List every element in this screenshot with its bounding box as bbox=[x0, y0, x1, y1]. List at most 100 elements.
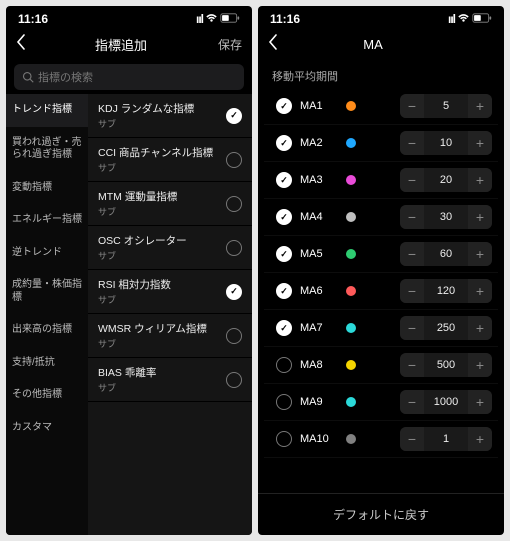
battery-icon bbox=[220, 12, 240, 26]
increment-button[interactable]: + bbox=[468, 94, 492, 118]
wifi-icon bbox=[205, 12, 218, 26]
color-dot[interactable] bbox=[346, 397, 356, 407]
indicator-row[interactable]: BIAS 乖離率サブ bbox=[88, 358, 252, 402]
check-toggle[interactable] bbox=[226, 196, 242, 212]
indicator-split: トレンド指標買われ過ぎ・売られ過ぎ指標変動指標エネルギー指標逆トレンド成約量・株… bbox=[6, 94, 252, 535]
phone-ma-settings: 11:16 ııl MA 移動平均期間 ✓MA1−5+✓MA2−10+✓MA3−… bbox=[258, 6, 504, 535]
indicator-name: CCI 商品チャンネル指標 bbox=[98, 145, 213, 160]
indicator-row[interactable]: KDJ ランダムな指標サブ✓ bbox=[88, 94, 252, 138]
status-icons: ııl bbox=[448, 12, 492, 26]
increment-button[interactable]: + bbox=[468, 131, 492, 155]
ma-label: MA8 bbox=[300, 359, 338, 371]
check-toggle[interactable]: ✓ bbox=[276, 172, 292, 188]
decrement-button[interactable]: − bbox=[400, 205, 424, 229]
check-toggle[interactable]: ✓ bbox=[276, 320, 292, 336]
increment-button[interactable]: + bbox=[468, 168, 492, 192]
reset-defaults-button[interactable]: デフォルトに戻す bbox=[258, 493, 504, 535]
increment-button[interactable]: + bbox=[468, 390, 492, 414]
back-button[interactable] bbox=[16, 34, 26, 55]
value-stepper: −500+ bbox=[400, 353, 492, 377]
decrement-button[interactable]: − bbox=[400, 131, 424, 155]
sidebar-item[interactable]: 買われ過ぎ・売られ過ぎ指標 bbox=[6, 127, 88, 172]
value-stepper: −120+ bbox=[400, 279, 492, 303]
indicator-name: MTM 運動量指標 bbox=[98, 189, 177, 204]
save-button[interactable]: 保存 bbox=[216, 36, 242, 53]
increment-button[interactable]: + bbox=[468, 279, 492, 303]
navbar: 指標追加 保存 bbox=[6, 28, 252, 60]
sidebar-item[interactable]: 出来高の指標 bbox=[6, 314, 88, 347]
ma-label: MA10 bbox=[300, 433, 338, 445]
increment-button[interactable]: + bbox=[468, 242, 492, 266]
check-toggle[interactable] bbox=[226, 240, 242, 256]
indicator-sub: サブ bbox=[98, 205, 177, 218]
indicator-sub: サブ bbox=[98, 117, 194, 130]
indicator-row[interactable]: RSI 相対力指数サブ ✓ bbox=[88, 270, 252, 314]
check-toggle[interactable]: ✓ bbox=[276, 135, 292, 151]
indicator-row[interactable]: MTM 運動量指標サブ bbox=[88, 182, 252, 226]
indicator-row[interactable]: WMSR ウィリアム指標サブ bbox=[88, 314, 252, 358]
decrement-button[interactable]: − bbox=[400, 427, 424, 451]
decrement-button[interactable]: − bbox=[400, 279, 424, 303]
indicator-sub: サブ bbox=[98, 293, 171, 306]
stepper-value: 10 bbox=[424, 137, 468, 149]
back-button[interactable] bbox=[268, 34, 278, 55]
color-dot[interactable] bbox=[346, 286, 356, 296]
check-toggle[interactable] bbox=[276, 431, 292, 447]
signal-icon: ııl bbox=[448, 12, 455, 26]
check-toggle[interactable]: ✓ bbox=[226, 284, 242, 300]
indicator-name: RSI 相対力指数 bbox=[98, 277, 171, 292]
color-dot[interactable] bbox=[346, 101, 356, 111]
sidebar-item[interactable]: 支持/抵抗 bbox=[6, 347, 88, 380]
status-bar: 11:16 ııl bbox=[6, 6, 252, 28]
check-toggle[interactable]: ✓ bbox=[226, 108, 242, 124]
color-dot[interactable] bbox=[346, 434, 356, 444]
decrement-button[interactable]: − bbox=[400, 168, 424, 192]
decrement-button[interactable]: − bbox=[400, 242, 424, 266]
increment-button[interactable]: + bbox=[468, 353, 492, 377]
color-dot[interactable] bbox=[346, 212, 356, 222]
ma-label: MA5 bbox=[300, 248, 338, 260]
indicator-row[interactable]: CCI 商品チャンネル指標サブ bbox=[88, 138, 252, 182]
decrement-button[interactable]: − bbox=[400, 390, 424, 414]
ma-row: MA10 −1+ bbox=[264, 421, 498, 458]
increment-button[interactable]: + bbox=[468, 316, 492, 340]
category-sidebar: トレンド指標買われ過ぎ・売られ過ぎ指標変動指標エネルギー指標逆トレンド成約量・株… bbox=[6, 94, 88, 535]
indicator-name: BIAS 乖離率 bbox=[98, 365, 156, 380]
check-toggle[interactable]: ✓ bbox=[276, 209, 292, 225]
stepper-value: 250 bbox=[424, 322, 468, 334]
check-toggle[interactable] bbox=[276, 357, 292, 373]
check-toggle[interactable] bbox=[276, 394, 292, 410]
sidebar-item[interactable]: 変動指標 bbox=[6, 172, 88, 205]
increment-button[interactable]: + bbox=[468, 427, 492, 451]
ma-row: ✓MA2−10+ bbox=[264, 125, 498, 162]
color-dot[interactable] bbox=[346, 138, 356, 148]
color-dot[interactable] bbox=[346, 323, 356, 333]
decrement-button[interactable]: − bbox=[400, 94, 424, 118]
color-dot[interactable] bbox=[346, 175, 356, 185]
check-toggle[interactable] bbox=[226, 328, 242, 344]
check-toggle[interactable] bbox=[226, 372, 242, 388]
check-toggle[interactable]: ✓ bbox=[276, 283, 292, 299]
sidebar-item[interactable]: 逆トレンド bbox=[6, 237, 88, 270]
sidebar-item[interactable]: 成約量・株価指標 bbox=[6, 269, 88, 314]
indicator-row[interactable]: OSC オシレーターサブ bbox=[88, 226, 252, 270]
value-stepper: −5+ bbox=[400, 94, 492, 118]
nav-title: 指標追加 bbox=[26, 35, 216, 54]
section-label: 移動平均期間 bbox=[258, 60, 504, 88]
search-input[interactable]: 指標の検索 bbox=[14, 64, 244, 90]
stepper-value: 1 bbox=[424, 433, 468, 445]
check-toggle[interactable]: ✓ bbox=[276, 98, 292, 114]
decrement-button[interactable]: − bbox=[400, 316, 424, 340]
sidebar-item[interactable]: エネルギー指標 bbox=[6, 204, 88, 237]
sidebar-item[interactable]: カスタマ bbox=[6, 412, 88, 445]
check-toggle[interactable] bbox=[226, 152, 242, 168]
indicator-sub: サブ bbox=[98, 337, 207, 350]
sidebar-item[interactable]: トレンド指標 bbox=[6, 94, 88, 127]
sidebar-item[interactable]: その他指標 bbox=[6, 379, 88, 412]
increment-button[interactable]: + bbox=[468, 205, 492, 229]
check-toggle[interactable]: ✓ bbox=[276, 246, 292, 262]
color-dot[interactable] bbox=[346, 360, 356, 370]
color-dot[interactable] bbox=[346, 249, 356, 259]
indicator-name: OSC オシレーター bbox=[98, 233, 187, 248]
decrement-button[interactable]: − bbox=[400, 353, 424, 377]
